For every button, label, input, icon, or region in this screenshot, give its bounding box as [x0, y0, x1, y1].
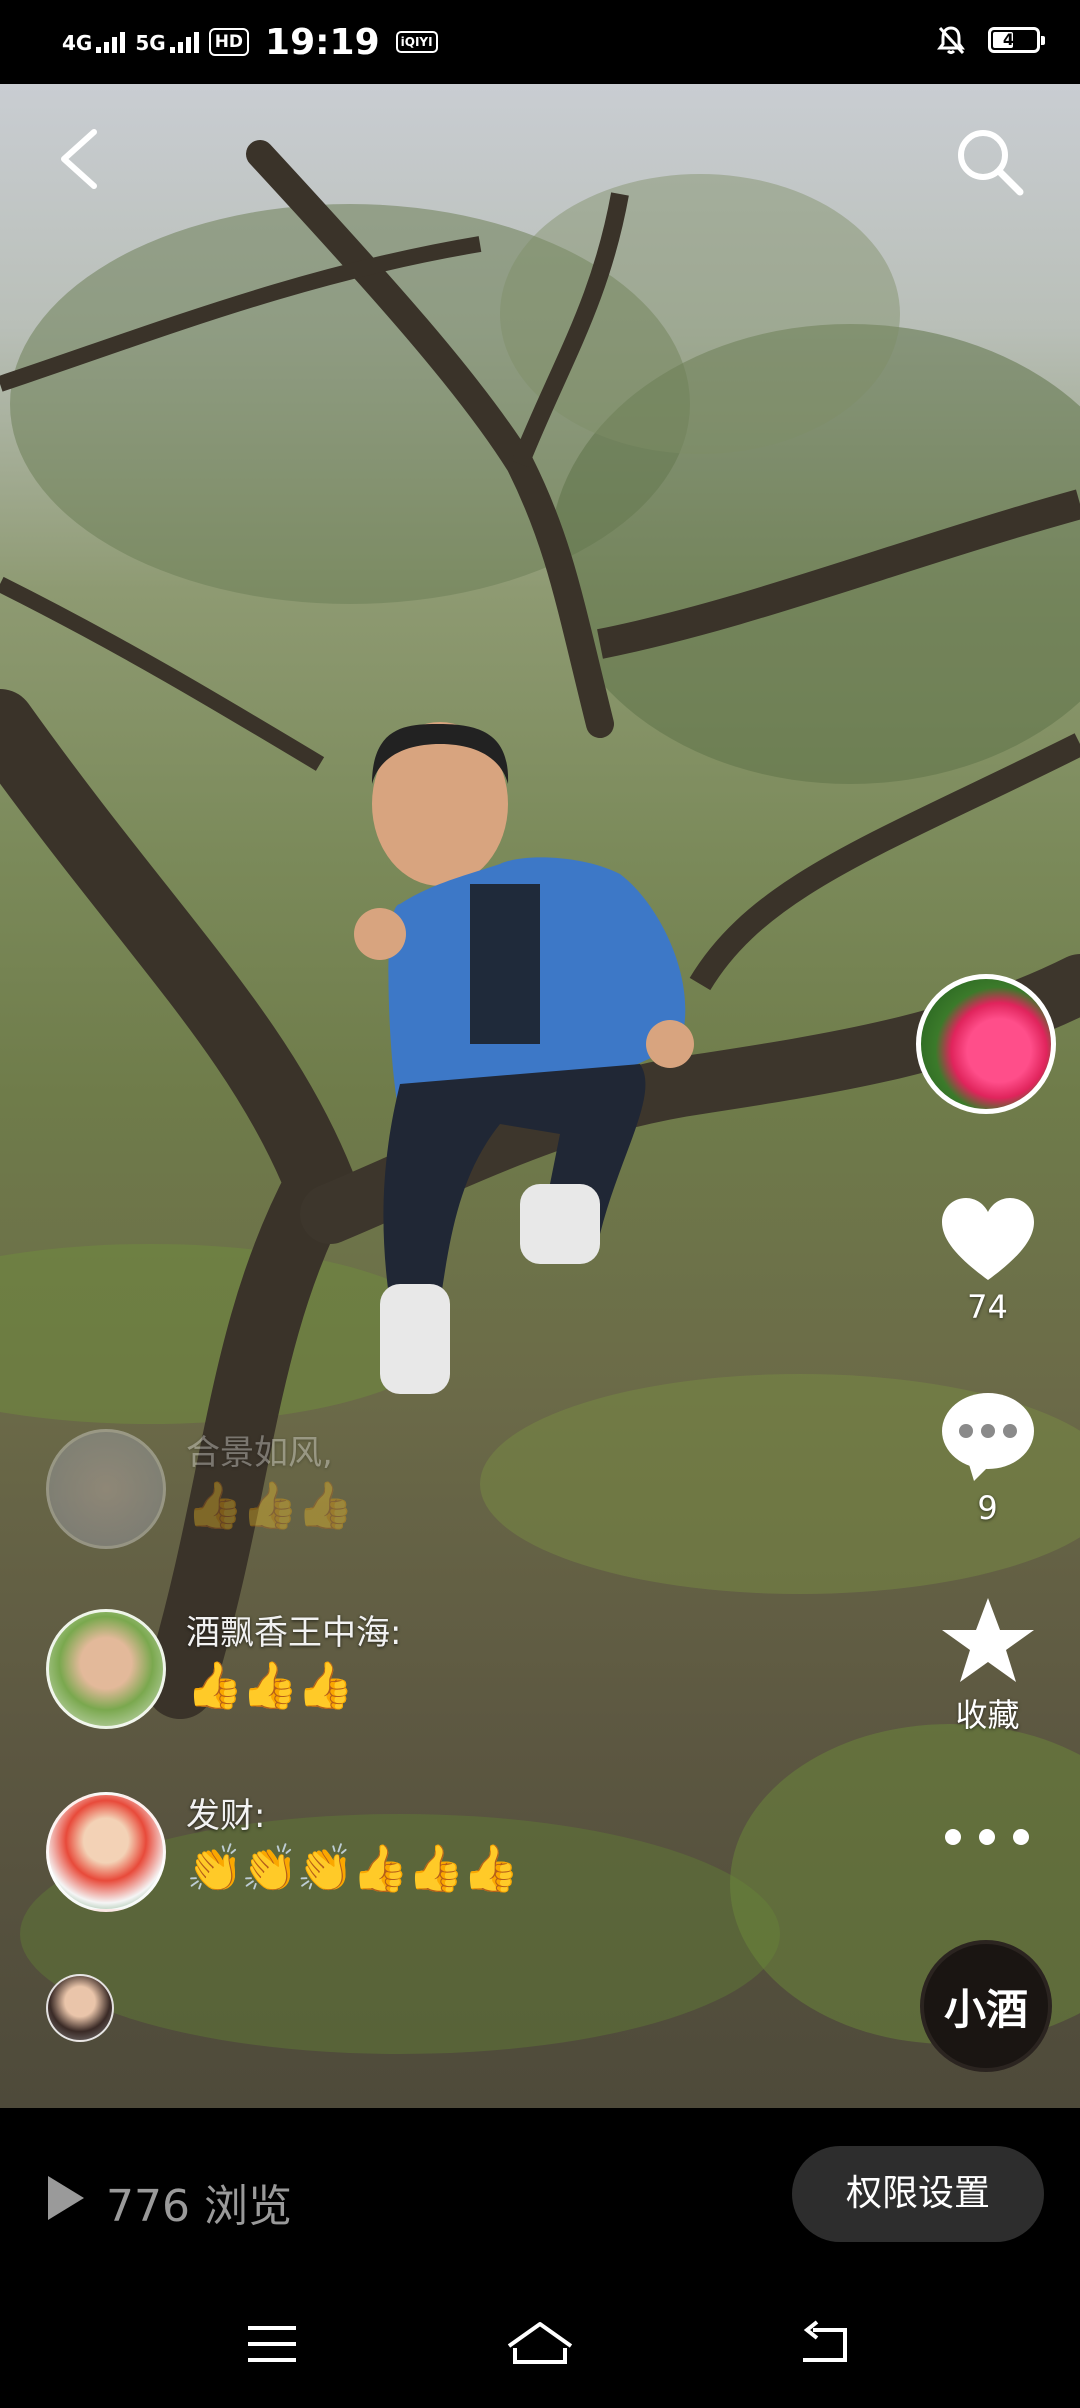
- signal-5g: 5G: [135, 31, 199, 53]
- search-icon[interactable]: [950, 122, 1028, 200]
- bottom-bar: 776 浏览 权限设置: [0, 2108, 1080, 2288]
- status-left: 4G 5G HD 19:19 iQIYI: [62, 18, 438, 66]
- system-nav-bar: [0, 2288, 1080, 2408]
- menu-icon[interactable]: [242, 2318, 302, 2370]
- star-icon: [941, 1598, 1034, 1682]
- author-avatar[interactable]: [916, 974, 1056, 1114]
- comment-count: 9: [977, 1489, 998, 1527]
- comment-body: 发财: 👏👏👏👍👍👍: [186, 1788, 520, 1896]
- favorite-label: 收藏: [955, 1696, 1020, 1734]
- comment-body: 酒飘香王中海: 👍👍👍: [186, 1605, 401, 1713]
- back-icon[interactable]: [50, 124, 110, 194]
- commenter-name: 酒飘香王中海:: [186, 1613, 402, 1653]
- mute-icon: [937, 26, 965, 55]
- like-count: 74: [967, 1288, 1008, 1326]
- favorite-button[interactable]: 收藏: [930, 1594, 1045, 1736]
- return-icon[interactable]: [795, 2318, 855, 2370]
- commenter-avatar: [46, 1792, 166, 1912]
- comment-text: 👏👏👏👍👍👍: [186, 1841, 520, 1895]
- commenter-avatar: [46, 1429, 166, 1549]
- commenter-name: 发财:: [186, 1796, 266, 1836]
- comment-item: 合景如风, 👍👍👍: [46, 1429, 354, 1549]
- comment-item: 发财: 👏👏👏👍👍👍: [46, 1792, 520, 1912]
- signal-bars-icon: [96, 31, 126, 53]
- music-disc[interactable]: 小酒: [920, 1940, 1052, 2072]
- hd-voice-badge: HD: [208, 28, 250, 56]
- comment-item: 酒飘香王中海: 👍👍👍: [46, 1609, 401, 1729]
- permission-settings-button[interactable]: 权限设置: [792, 2146, 1044, 2242]
- like-button[interactable]: 74: [930, 1194, 1045, 1326]
- signal-bars-icon: [169, 31, 199, 53]
- clock: 19:19: [265, 21, 380, 63]
- commenter-name: 合景如风,: [186, 1433, 333, 1473]
- video-player[interactable]: 74 9 收藏 小酒 合景如风, 👍👍👍 酒飘香王中海: 👍�: [0, 84, 1080, 2108]
- comment-text: 👍👍👍: [186, 1658, 354, 1712]
- app-notification-badge: iQIYI: [395, 31, 438, 53]
- signal-4g: 4G: [62, 31, 126, 53]
- view-count: 776 浏览: [106, 2181, 292, 2232]
- music-label: 小酒: [943, 1984, 1028, 2034]
- battery-icon: 44: [988, 27, 1045, 53]
- commenter-avatar: [46, 1609, 166, 1729]
- comment-body: 合景如风, 👍👍👍: [186, 1425, 354, 1533]
- comment-text: 👍👍👍: [186, 1478, 354, 1532]
- home-icon[interactable]: [505, 2318, 575, 2370]
- status-bar: 4G 5G HD 19:19 iQIYI 44: [0, 0, 1080, 84]
- play-icon: [48, 2176, 84, 2220]
- viewer-avatar: [46, 1974, 114, 2042]
- more-icon[interactable]: [945, 1829, 1029, 1845]
- comment-icon: [941, 1393, 1034, 1481]
- heart-icon: [941, 1198, 1034, 1280]
- status-right: 44: [936, 24, 1045, 56]
- comment-button[interactable]: 9: [930, 1389, 1045, 1527]
